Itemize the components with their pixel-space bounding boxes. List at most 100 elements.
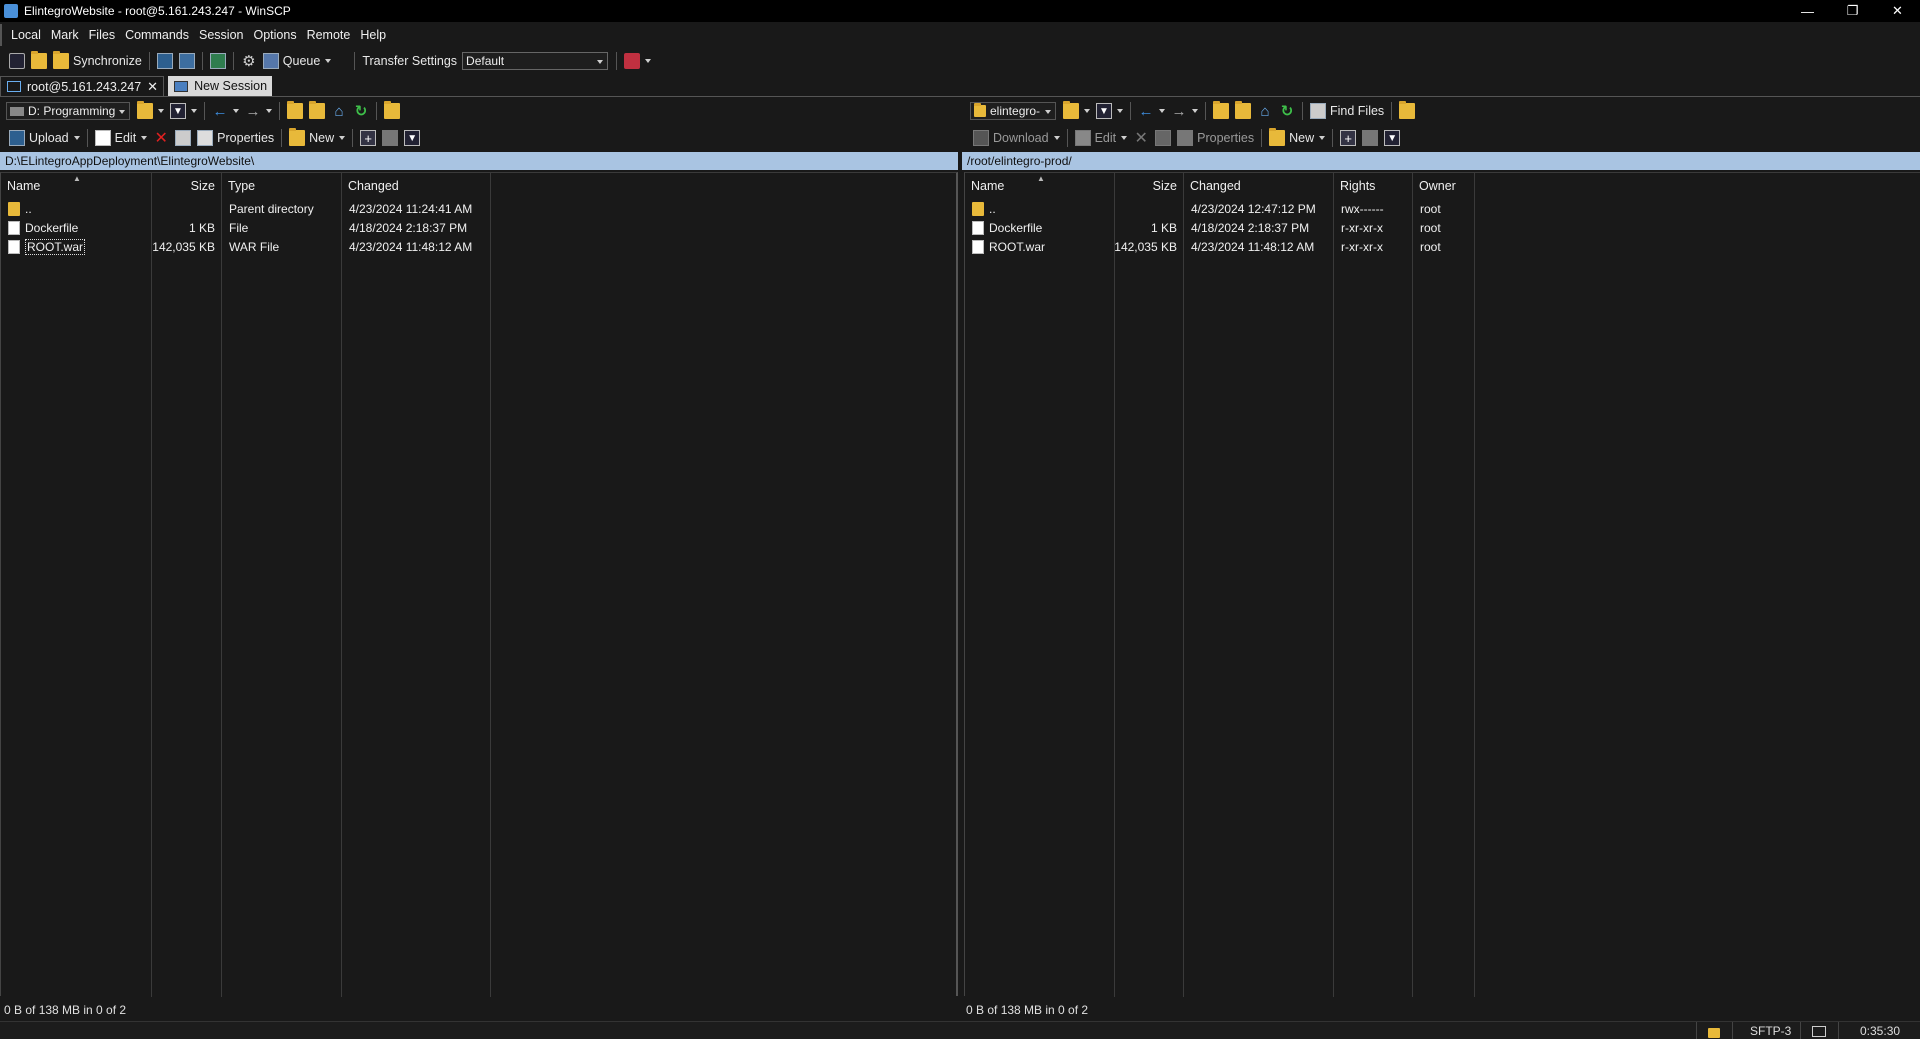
remote-unselect-button[interactable] (1359, 127, 1381, 149)
remote-col-rights[interactable]: Rights (1334, 173, 1413, 199)
local-edit-button[interactable]: Edit (92, 127, 151, 149)
file-name: .. (25, 201, 32, 216)
tab-session-root[interactable]: root@5.161.243.247 ✕ (0, 76, 165, 96)
local-new-button[interactable]: New (286, 127, 348, 149)
remote-properties-button[interactable]: Properties (1174, 127, 1257, 149)
local-path-bar[interactable]: D:\ELintegroAppDeployment\ElintegroWebsi… (0, 152, 958, 170)
remote-tree-button[interactable] (1396, 100, 1418, 122)
table-row[interactable]: Dockerfile 1 KB File 4/18/2024 2:18:37 P… (1, 218, 491, 237)
menu-bar: Local Mark Files Commands Session Option… (0, 24, 1920, 46)
chevron-down-icon (233, 109, 239, 113)
close-tab-icon[interactable]: ✕ (147, 79, 158, 95)
menu-mark[interactable]: Mark (46, 28, 84, 42)
local-back-button[interactable]: ← (209, 100, 242, 122)
file-changed: 4/23/2024 11:48:12 AM (1191, 239, 1315, 254)
putty-button[interactable] (176, 50, 198, 72)
remote-home-button[interactable]: ⌂ (1254, 100, 1276, 122)
upload-icon (9, 130, 25, 146)
local-open-dir-button[interactable] (134, 100, 167, 122)
local-col-changed[interactable]: Changed (342, 173, 491, 199)
remote-select-all-button[interactable]: + (1337, 127, 1359, 149)
remote-col-rights-label: Rights (1340, 179, 1376, 193)
remote-back-button[interactable]: ← (1135, 100, 1168, 122)
remote-path-bar[interactable]: /root/elintegro-prod/ (962, 152, 1920, 170)
preferences-gear-button[interactable]: ⚙ (238, 50, 260, 72)
remote-column-headers: Name ▲ Size Changed Rights Owner (965, 173, 1475, 199)
local-drive-select[interactable]: D: Programming (6, 102, 130, 120)
remote-filter-button[interactable]: ▼ (1093, 100, 1126, 122)
download-icon (973, 130, 989, 146)
local-filter-button[interactable]: ▼ (167, 100, 200, 122)
file-owner: root (1420, 220, 1441, 235)
preferences-button[interactable] (6, 50, 28, 72)
remote-folder-select[interactable]: elintegro- (970, 102, 1056, 120)
local-new-label: New (309, 131, 335, 145)
remote-open-dir-button[interactable] (1060, 100, 1093, 122)
home-icon: ⌂ (1260, 102, 1270, 120)
download-button[interactable]: Download (970, 127, 1063, 149)
table-row[interactable]: Dockerfile 1 KB 4/18/2024 2:18:37 PM r-x… (965, 218, 1475, 237)
menu-help[interactable]: Help (355, 28, 391, 42)
local-rename-button[interactable] (172, 127, 194, 149)
local-col-size[interactable]: Size (152, 173, 222, 199)
transfer-settings-select[interactable]: Default (462, 52, 609, 70)
remote-edit-button[interactable]: Edit (1072, 127, 1131, 149)
status-divider (1800, 1022, 1801, 1039)
local-home-button[interactable]: ⌂ (328, 100, 350, 122)
remote-col-changed[interactable]: Changed (1184, 173, 1334, 199)
remote-col-name[interactable]: Name ▲ (965, 173, 1115, 199)
remote-parent-dir-button[interactable] (1210, 100, 1232, 122)
close-window-button[interactable]: ✕ (1875, 0, 1920, 22)
upload-button[interactable]: Upload (6, 127, 83, 149)
synchronize-button[interactable]: Synchronize (50, 50, 145, 72)
remote-filter-select-button[interactable]: ▼ (1381, 127, 1403, 149)
minimize-button[interactable]: — (1785, 0, 1830, 22)
remote-forward-button[interactable]: → (1168, 100, 1201, 122)
menu-files[interactable]: Files (84, 28, 120, 42)
local-select-all-button[interactable]: + (357, 127, 379, 149)
local-root-dir-button[interactable] (306, 100, 328, 122)
local-tree-button[interactable] (381, 100, 403, 122)
local-col-type[interactable]: Type (222, 173, 342, 199)
local-unselect-button[interactable] (379, 127, 401, 149)
table-row[interactable]: ROOT.war 142,035 KB WAR File 4/23/2024 1… (1, 237, 491, 256)
table-row[interactable]: .. Parent directory 4/23/2024 11:24:41 A… (1, 199, 491, 218)
menu-remote[interactable]: Remote (302, 28, 356, 42)
remote-rename-button[interactable] (1152, 127, 1174, 149)
transfer-options-button[interactable] (621, 50, 654, 72)
status-divider (1838, 1022, 1839, 1039)
local-refresh-button[interactable]: ↻ (350, 100, 372, 122)
remote-refresh-button[interactable]: ↻ (1276, 100, 1298, 122)
local-properties-button[interactable]: Properties (194, 127, 277, 149)
remote-root-dir-button[interactable] (1232, 100, 1254, 122)
remote-file-panel[interactable]: Name ▲ Size Changed Rights Owner .. 4/23/… (964, 172, 1920, 997)
console-button[interactable] (154, 50, 176, 72)
file-icon (8, 220, 20, 235)
local-delete-button[interactable]: ✕ (150, 127, 172, 149)
tab-new-session[interactable]: New Session (168, 76, 273, 96)
find-files-button[interactable]: Find Files (1307, 100, 1387, 122)
local-filter-select-button[interactable]: ▼ (401, 127, 423, 149)
minus-icon (382, 130, 399, 146)
local-file-panel[interactable]: Name ▲ Size Type Changed .. Parent direct… (0, 172, 958, 997)
remote-col-owner[interactable]: Owner (1413, 173, 1475, 199)
remote-delete-button[interactable]: ✕ (1130, 127, 1152, 149)
remote-col-size[interactable]: Size (1115, 173, 1184, 199)
menu-session[interactable]: Session (194, 28, 248, 42)
local-parent-dir-button[interactable] (284, 100, 306, 122)
file-name-cell: Dockerfile (965, 218, 1115, 237)
table-row[interactable]: .. 4/23/2024 12:47:12 PM rwx------ root (965, 199, 1475, 218)
menu-commands[interactable]: Commands (120, 28, 194, 42)
remote-nav-toolbar: elintegro- ▼ ← → ⌂ ↻ Find Files (970, 98, 1418, 124)
compare-dirs-button[interactable] (28, 50, 50, 72)
queue-button[interactable]: Queue (260, 50, 335, 72)
table-row[interactable]: ROOT.war 142,035 KB 4/23/2024 11:48:12 A… (965, 237, 1475, 256)
local-forward-button[interactable]: → (242, 100, 275, 122)
remote-new-button[interactable]: New (1266, 127, 1328, 149)
menu-local[interactable]: Local (6, 28, 46, 42)
local-col-name[interactable]: Name ▲ (1, 173, 152, 199)
menu-options[interactable]: Options (248, 28, 301, 42)
workspace-button[interactable] (207, 50, 229, 72)
remote-action-toolbar: Download Edit ✕ Properties New + ▼ (970, 125, 1403, 151)
restore-button[interactable]: ❐ (1830, 0, 1875, 22)
